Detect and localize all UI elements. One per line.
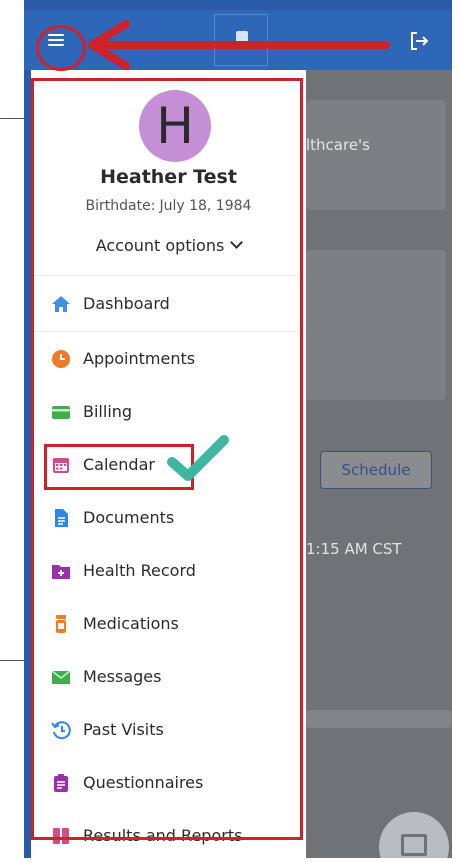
annotation-arrow-icon — [88, 20, 390, 70]
background-card — [306, 100, 446, 210]
appointment-time: 1:15 AM CST — [306, 540, 402, 558]
background-text: lthcare's — [306, 136, 370, 154]
schedule-button[interactable]: Schedule — [320, 451, 432, 489]
annotation-menu-circle — [36, 25, 86, 71]
background-card — [306, 710, 452, 728]
checkmark-icon — [167, 435, 229, 481]
background-content: lthcare's Schedule 1:15 AM CST — [306, 70, 452, 858]
logout-icon[interactable] — [408, 30, 430, 52]
background-card — [306, 250, 446, 400]
